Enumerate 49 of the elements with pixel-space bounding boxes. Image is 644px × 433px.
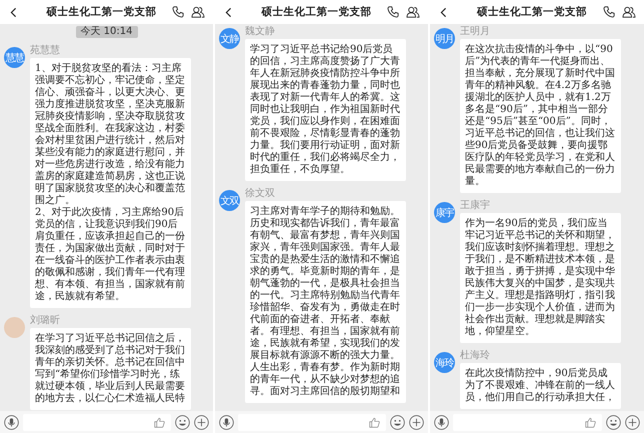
contacts-icon[interactable] [191, 6, 205, 18]
plus-icon[interactable] [625, 414, 640, 430]
chat-title: 硕士生化工第一党支部 [476, 5, 588, 19]
back-icon[interactable] [225, 6, 232, 18]
message-text: 习主席对青年学子的期待和勉励。历史和现实都告诉我们，青年最富有朝气、最富有梦想，青年兴则国家兴，青年强则国家强。青年人最宝贵的是热爱生活的激情和不懈追求的勇气。毕竟新时期的青年，是朝气蓬勃的一代，是极具社会担当的一代。习主席特别勉励当代青年珍惜韶华、奋发有为，勇做走在时代前面的奋进者、开拓者、奉献者。有理想、有担当，国家就有前途，民族就有希望，实现我们的发展目标就有源源不断的强大力量。人生出彩，青春有梦。作为新时期的青年一代，从不缺少对梦想的追寻。面对习主席回信的殷切期望和 [250, 206, 401, 398]
sender-name: 王明月 [460, 26, 491, 37]
microphone-icon[interactable] [4, 414, 19, 430]
chat-title: 硕士生化工第一党支部 [260, 5, 372, 19]
avatar[interactable]: 文双 [219, 190, 240, 211]
contacts-icon[interactable] [622, 6, 636, 18]
message-text: 在此次疫情防控中，90后党员成为了不畏艰难、冲锋在前的一线人员，他们用自己的行动承担大任， [465, 368, 616, 404]
sender-name: 王康宇 [460, 200, 491, 211]
sender-name: 徐文双 [245, 188, 276, 199]
message-text: 在这次抗击疫情的斗争中，以“90后”为代表的青年一代挺身而出、担当奉献，充分展现了新时代中国青年的精神风貌。在4.2万多名驰援湖北的医护人员中，就有1.2万多名是“90后”，其中相当一部分还是“95后”甚至“00后”。同时，习近平总书记的回信，也让我们这些90后党员备受鼓舞，要向援鄂医疗队的年轻党员学习，在党和人民最需要的地方奉献自己的一份力量。 [465, 44, 616, 188]
message-input-field[interactable] [238, 414, 386, 430]
phone-icon[interactable] [387, 6, 399, 18]
back-icon[interactable] [440, 6, 447, 18]
sender-name: 苑慧慧 [30, 45, 61, 56]
message-text: 作为一名90后的党员，我们应当牢记习近平总书记的关怀和期望，我们应该时刻怀揣着理想。理想之于我们，是不断精进技术本领，是敢于担当，勇于拼搏，是实现中华民族伟大复兴的中国梦，是实现共产主义。理想是指路明灯，指引我们一步一步实现个人价值，进而为社会作出贡献。理想就是脚踏实地，仰望星空。 [465, 218, 616, 338]
back-icon[interactable] [10, 6, 17, 18]
phone-icon[interactable] [603, 6, 615, 18]
contacts-icon[interactable] [406, 6, 420, 18]
thumbs-up-icon[interactable] [369, 416, 380, 428]
message-input-field[interactable] [23, 414, 171, 430]
message-text: 在学习了习近平总书记回信之后，我深刻的感受到了总书记对于我们青年的亲切关怀。总书记在回信中写到“希望你们珍惜学习时光，练就过硬本领，毕业后到人民最需要的地方去，以仁心仁术造福人民特 [35, 333, 186, 405]
avatar[interactable]: 康宇 [434, 202, 455, 223]
message-text: 学习了习近平总书记给90后党员的回信，习主席高度赞扬了广大青年人在新冠肺炎疫情防控斗争中所展现出来的青春蓬勃力量，同时也表现了对新一代青年人的希冀。这同时也让我明白，作为祖国新时代党员，我们应以身作则，在困难面前不畏艰险，尽情彰显青春的蓬勃力量。我们要用行动证明，面对新时代的重任，我们必将竭尽全力，担负重任，不负厚望。 [250, 44, 401, 176]
plus-icon[interactable] [194, 414, 209, 430]
emoji-icon[interactable] [606, 414, 621, 430]
avatar[interactable]: 文静 [219, 28, 240, 49]
microphone-icon[interactable] [219, 414, 234, 430]
sender-name: 杜海玲 [460, 350, 491, 361]
chat-title: 硕士生化工第一党支部 [45, 5, 158, 19]
emoji-icon[interactable] [390, 414, 405, 430]
sender-name: 刘璐昕 [30, 315, 61, 326]
avatar[interactable]: 明月 [434, 28, 455, 49]
message-text: 1、对于脱贫攻坚的看法：习主席强调要不忘初心，牢记使命，坚定信心、顽强奋斗，以更大决心、更强力度推进脱贫攻坚，坚决克服新冠肺炎疫情影响，坚决夺取脱贫攻坚战全面胜利。在我家这边，村委会对村里贫困户进行统计，然后对某些没有能力的家庭进行慰问，并对一些危房进行改造，给没有能力盖房的家庭建造简易房，这也正说明了国家脱贫攻坚的决心和覆盖范围之广。 [35, 63, 186, 206]
thumbs-up-icon[interactable] [585, 416, 596, 428]
plus-icon[interactable] [409, 414, 424, 430]
time-badge: 今天 10:14 [76, 26, 138, 38]
sender-name: 魏文静 [245, 26, 276, 37]
thumbs-up-icon[interactable] [154, 416, 165, 428]
message-input-field[interactable] [453, 414, 602, 430]
microphone-icon[interactable] [434, 414, 449, 430]
phone-icon[interactable] [172, 6, 184, 18]
avatar[interactable]: 海玲 [434, 352, 455, 373]
emoji-icon[interactable] [175, 414, 190, 430]
message-text: 2、对于此次疫情，习主席给90后党员的信，让我意识到我们90后肩负重任，应该承担起自己的一份责任，为国家做出贡献，同时对于在一线奋斗的医护工作者表示由衷的敬佩和感谢，我们青年一代有理想、有本领、有担当，国家就有前途，民族就有希望。 [35, 207, 186, 303]
avatar[interactable]: 慧慧 [4, 47, 25, 68]
